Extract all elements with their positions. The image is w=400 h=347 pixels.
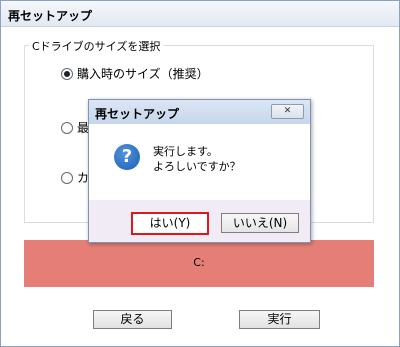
dialog-button-area: はい(Y) いいえ(N): [89, 200, 310, 242]
radio-option-2[interactable]: 最: [61, 119, 89, 136]
radio-button[interactable]: [61, 171, 73, 184]
radio-button[interactable]: [61, 121, 73, 134]
execute-button[interactable]: 実行: [239, 310, 320, 329]
dialog-message-line1: 実行します。: [153, 145, 218, 158]
title-bar: 再セットアップ: [1, 1, 399, 27]
size-group-legend: Cドライブのサイズを選択: [29, 38, 164, 54]
radio-label-default-size: 購入時のサイズ（推奨）: [77, 67, 209, 81]
main-window: 再セットアップ Cドライブのサイズを選択 購入時のサイズ（推奨） 最 カス C:…: [0, 0, 400, 347]
dialog-message-line2: よろしいですか？: [153, 160, 241, 173]
no-button[interactable]: いいえ(N): [221, 213, 299, 233]
question-icon: ?: [114, 144, 140, 170]
dialog-title: 再セットアップ: [95, 107, 180, 121]
radio-option-default-size[interactable]: 購入時のサイズ（推奨）: [61, 65, 209, 82]
yes-button[interactable]: はい(Y): [131, 212, 209, 235]
radio-button-checked[interactable]: [61, 67, 73, 80]
window-title: 再セットアップ: [8, 9, 93, 23]
close-icon[interactable]: ✕: [271, 104, 304, 119]
dialog-title-bar: 再セットアップ ✕: [89, 100, 310, 124]
drive-label: C:: [193, 256, 205, 269]
confirm-dialog: 再セットアップ ✕ ? 実行します。 よろしいですか？ はい(Y) いいえ(N): [88, 99, 311, 243]
c-drive-bar: C:: [24, 240, 374, 287]
back-button[interactable]: 戻る: [93, 310, 172, 329]
